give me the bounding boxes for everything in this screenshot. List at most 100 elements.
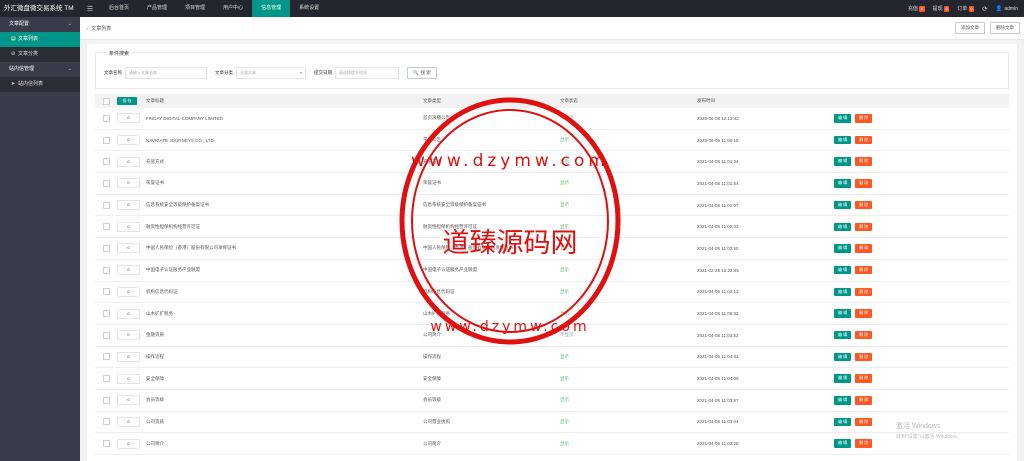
sort-input[interactable]: 0 — [117, 438, 140, 449]
delete-button[interactable]: 删 除 — [855, 200, 873, 210]
topnav-projects[interactable]: 项目管理 — [176, 0, 214, 17]
sort-input[interactable]: 0 — [117, 351, 140, 362]
sort-input[interactable]: 0 — [117, 243, 140, 254]
sort-input[interactable]: 0 — [117, 200, 140, 211]
row-checkbox[interactable] — [102, 223, 110, 231]
cell-time: 2021-04-05 11:03:44 — [697, 419, 739, 425]
sort-input[interactable]: 0 — [117, 113, 140, 124]
row-checkbox[interactable] — [102, 136, 110, 144]
table-body: 0 FRIDAY DIGITAL COMPANY LIMITED 首页滚播公告 不显示… — [95, 108, 1009, 455]
tab-article-list[interactable]: » 文章列表 — [80, 25, 111, 32]
delete-button[interactable]: 删 除 — [855, 179, 873, 188]
edit-button[interactable]: 编 辑 — [834, 244, 852, 253]
edit-button[interactable]: 编 辑 — [834, 265, 852, 275]
delete-button[interactable]: 删 除 — [855, 309, 873, 318]
sort-input[interactable]: 0 — [117, 373, 140, 384]
sidebar-item-article-category[interactable]: ⊘ 文章分类 — [0, 47, 80, 62]
cell-title: 安全保障 — [146, 375, 164, 381]
sidebar-group-articles[interactable]: 文章配置 ⌄ — [0, 17, 80, 32]
delete-button[interactable]: 删 除 — [855, 157, 873, 166]
row-checkbox[interactable] — [102, 201, 110, 209]
sort-input[interactable]: 0 — [117, 156, 140, 167]
sort-input[interactable]: 0 — [117, 308, 140, 319]
row-checkbox[interactable] — [102, 440, 110, 448]
topnav-users[interactable]: 用户中心 — [214, 0, 252, 17]
delete-button[interactable]: 删 除 — [855, 352, 873, 362]
refresh-icon[interactable]: ⟳ — [982, 5, 987, 13]
delete-article-button[interactable]: 删除文章 — [990, 22, 1020, 34]
edit-button[interactable]: 编 辑 — [834, 179, 852, 188]
search-button[interactable]: 🔍 搜 索 — [407, 67, 437, 79]
sort-input[interactable]: 0 — [117, 330, 140, 341]
table-row: 0 信息系统安全等级保护备案证书 信息系统安全等级保护备案证书 显示 2021-04-0… — [95, 195, 1009, 217]
row-checkbox[interactable] — [102, 310, 110, 318]
sidebar: 文章配置 ⌄ ▤ 文章列表 ⊘ 文章分类 站内信管理 ⌄ ➤ 站内信列表 — [0, 17, 80, 461]
row-checkbox[interactable] — [102, 179, 110, 187]
edit-button[interactable]: 编 辑 — [834, 222, 852, 232]
sort-input[interactable]: 0 — [117, 265, 140, 276]
delete-button[interactable]: 删 除 — [855, 114, 873, 123]
article-name-input[interactable]: 请输入文章名称 — [125, 67, 207, 79]
edit-button[interactable]: 编 辑 — [834, 417, 852, 427]
delete-button[interactable]: 删 除 — [855, 222, 873, 232]
save-sort-button[interactable]: 保 存 — [117, 97, 137, 105]
row-checkbox[interactable] — [102, 288, 110, 296]
sort-input[interactable]: 0 — [117, 395, 140, 406]
sidebar-group-messages[interactable]: 站内信管理 ⌄ — [0, 62, 80, 77]
header-time: 发布时间 — [697, 98, 715, 103]
hamburger-icon[interactable]: ☰ — [80, 5, 100, 13]
delete-button[interactable]: 删 除 — [855, 396, 873, 405]
edit-button[interactable]: 编 辑 — [834, 396, 852, 405]
row-checkbox[interactable] — [102, 244, 110, 252]
sort-input[interactable]: 0 — [117, 135, 140, 146]
delete-button[interactable]: 删 除 — [855, 417, 873, 427]
edit-button[interactable]: 编 辑 — [834, 352, 852, 362]
edit-button[interactable]: 编 辑 — [834, 330, 852, 340]
delete-button[interactable]: 删 除 — [855, 374, 873, 383]
select-all-checkbox[interactable] — [102, 97, 110, 105]
topnav-products[interactable]: 产品管理 — [138, 0, 176, 17]
topnav-settings[interactable]: 系统设置 — [290, 0, 328, 17]
order-link[interactable]: 订单 0 — [957, 5, 975, 12]
row-checkbox[interactable] — [102, 353, 110, 361]
withdraw-link[interactable]: 提现 0 — [933, 5, 950, 12]
edit-button[interactable]: 编 辑 — [834, 287, 852, 297]
edit-button[interactable]: 编 辑 — [834, 114, 852, 123]
sort-input[interactable]: 0 — [117, 178, 140, 189]
sidebar-item-message-list[interactable]: ➤ 站内信列表 — [0, 77, 80, 92]
row-checkbox[interactable] — [102, 114, 110, 122]
date-input[interactable]: 请选择提交时间 — [335, 67, 399, 79]
cell-time: 2021-04-05 11:04:52 — [697, 332, 739, 338]
delete-button[interactable]: 删 除 — [855, 439, 873, 448]
sort-input[interactable]: 0 — [117, 416, 140, 427]
add-article-button[interactable]: 添加文章 — [955, 22, 985, 34]
row-checkbox[interactable] — [102, 158, 110, 166]
edit-button[interactable]: 编 辑 — [834, 200, 852, 210]
row-checkbox[interactable] — [102, 396, 110, 404]
edit-button[interactable]: 编 辑 — [834, 374, 852, 383]
topnav-info[interactable]: 信息管理 — [252, 0, 291, 17]
sort-input[interactable]: 0 — [117, 221, 140, 232]
category-select[interactable]: 全部文章 ▾ — [236, 67, 306, 79]
delete-button[interactable]: 删 除 — [855, 265, 873, 275]
edit-button[interactable]: 编 辑 — [834, 439, 852, 448]
row-checkbox[interactable] — [102, 418, 110, 426]
topnav-home[interactable]: 后台首页 — [100, 0, 138, 17]
edit-button[interactable]: 编 辑 — [834, 135, 852, 145]
edit-button[interactable]: 编 辑 — [834, 309, 852, 318]
delete-button[interactable]: 删 除 — [855, 244, 873, 253]
row-checkbox[interactable] — [102, 375, 110, 383]
recharge-link[interactable]: 充值 0 — [908, 5, 925, 12]
delete-button[interactable]: 删 除 — [855, 330, 873, 340]
row-checkbox[interactable] — [102, 266, 110, 274]
windows-activation-notice: 激活 Windows 转到"设置"以激活 Windows。 — [896, 421, 961, 440]
cell-type: 安全保障 — [423, 375, 441, 381]
sidebar-item-article-list[interactable]: ▤ 文章列表 — [0, 32, 80, 47]
delete-button[interactable]: 删 除 — [855, 287, 873, 297]
edit-button[interactable]: 编 辑 — [834, 157, 852, 166]
cell-time: 2021-02-28 13:22:45 — [697, 267, 739, 273]
row-checkbox[interactable] — [102, 331, 110, 339]
user-menu[interactable]: 👤 admin — [996, 6, 1018, 12]
delete-button[interactable]: 删 除 — [855, 135, 873, 145]
sort-input[interactable]: 0 — [117, 286, 140, 297]
